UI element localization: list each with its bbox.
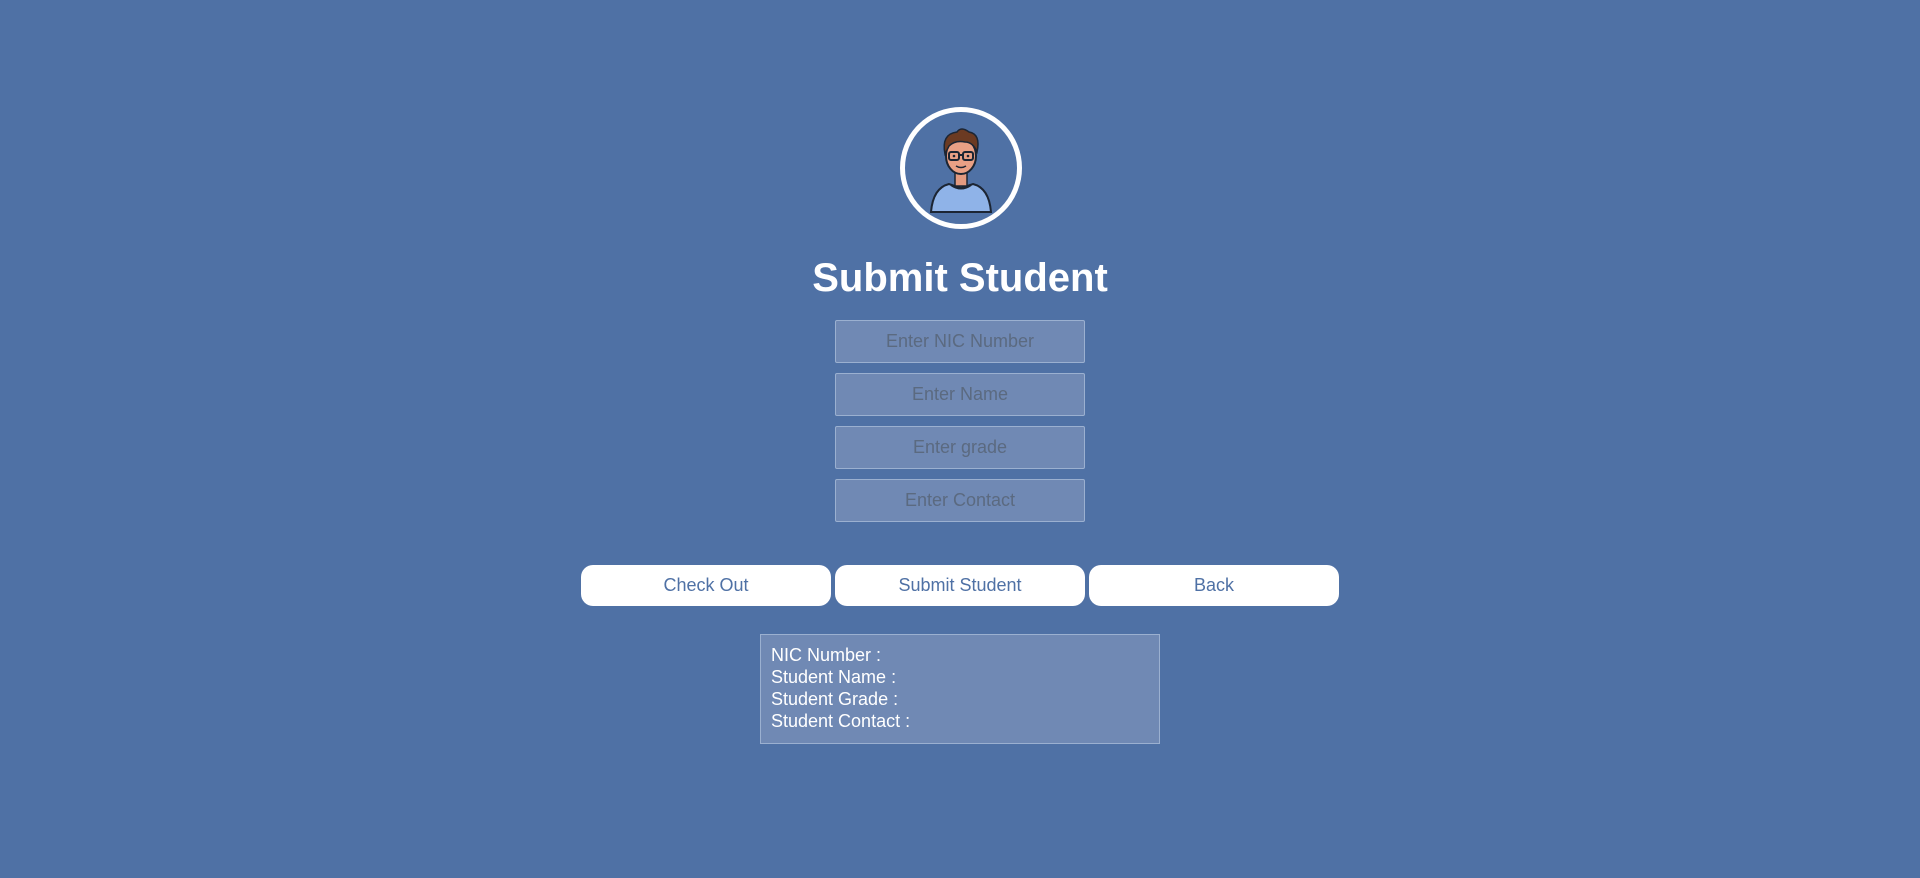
student-name-label: Student Name :	[771, 667, 897, 687]
submit-student-button[interactable]: Submit Student	[835, 565, 1085, 606]
back-button[interactable]: Back	[1089, 565, 1339, 606]
student-avatar-icon	[900, 107, 1022, 229]
page-title: Submit Student	[812, 256, 1108, 300]
nic-number-input[interactable]	[835, 320, 1085, 363]
name-input[interactable]	[835, 373, 1085, 416]
student-details-panel: NIC Number : Student Name : Student Grad…	[760, 634, 1160, 744]
student-contact-label: Student Contact :	[771, 711, 911, 731]
student-grade-label: Student Grade :	[771, 689, 899, 709]
submit-student-page: Submit Student Check Out Submit Student …	[0, 0, 1920, 878]
check-out-button[interactable]: Check Out	[581, 565, 831, 606]
contact-input[interactable]	[835, 479, 1085, 522]
nic-number-label: NIC Number :	[771, 645, 882, 665]
grade-input[interactable]	[835, 426, 1085, 469]
